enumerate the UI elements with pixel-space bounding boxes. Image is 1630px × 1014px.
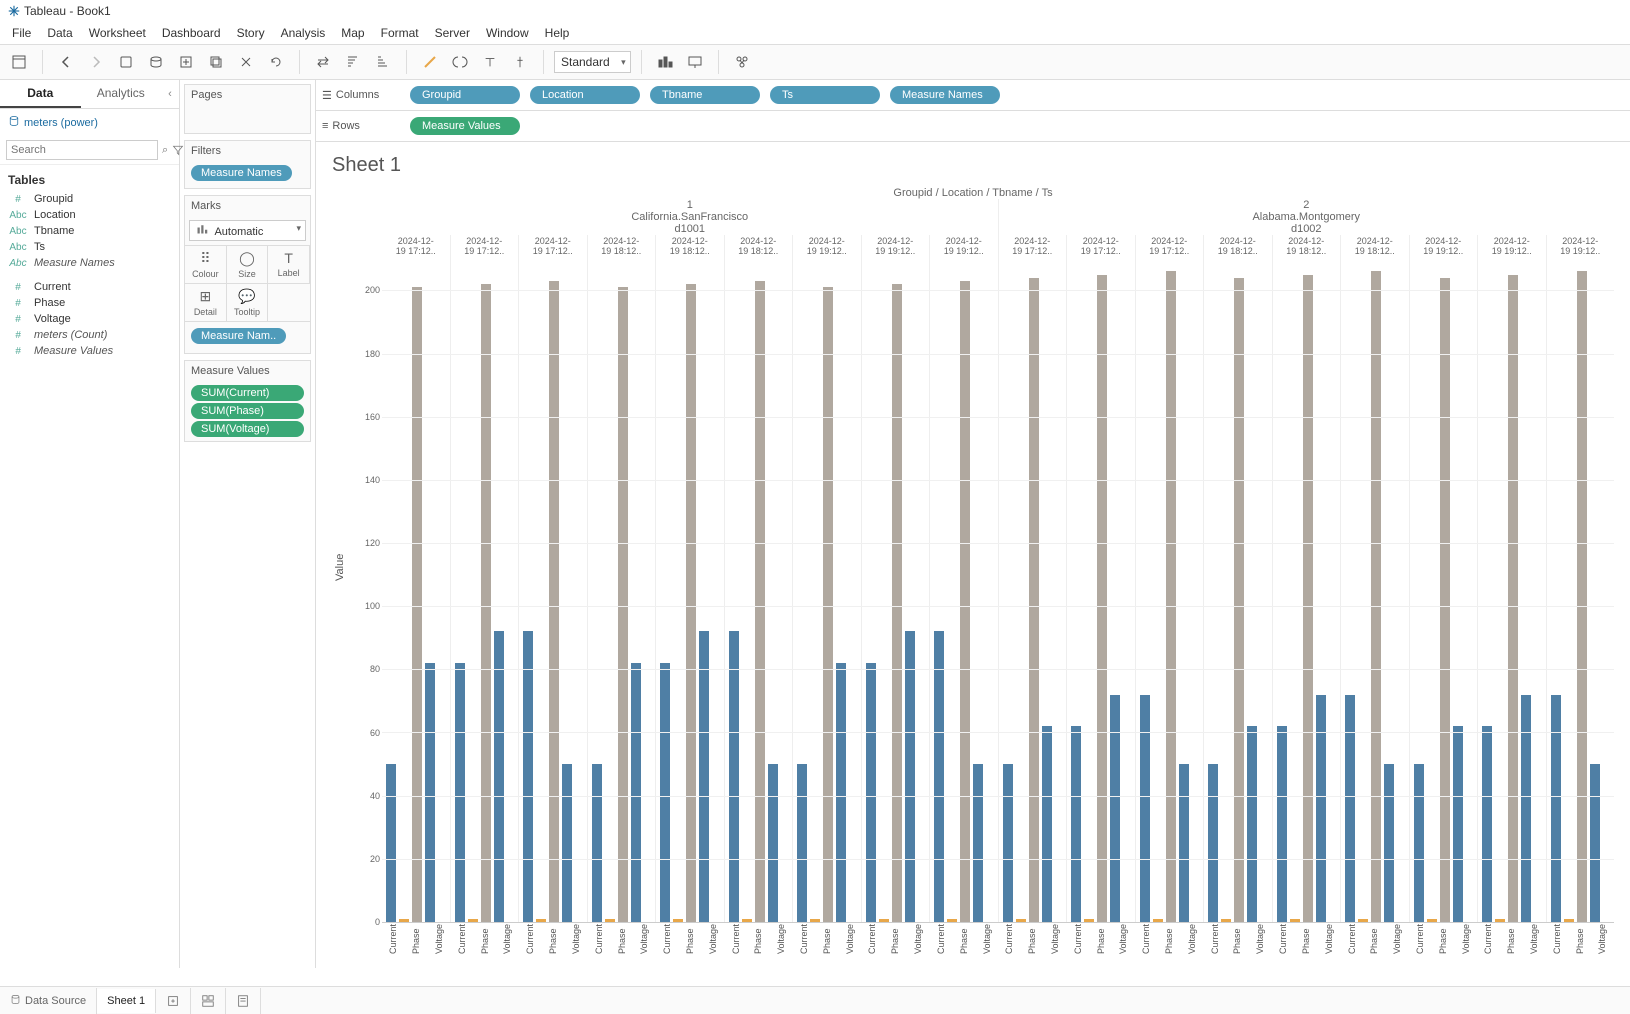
show-labels-button[interactable] bbox=[652, 49, 678, 75]
menu-dashboard[interactable]: Dashboard bbox=[162, 26, 221, 40]
view-area: ☰Columns GroupidLocationTbnameTsMeasure … bbox=[316, 80, 1630, 968]
menu-data[interactable]: Data bbox=[47, 26, 72, 40]
field-ts[interactable]: AbcTs bbox=[0, 239, 179, 255]
col-pill-location[interactable]: Location bbox=[530, 86, 640, 104]
collapse-icon[interactable]: ‹ bbox=[161, 80, 179, 108]
forward-button[interactable] bbox=[83, 49, 109, 75]
measure-values-card[interactable]: Measure Values SUM(Current) SUM(Phase) S… bbox=[184, 360, 311, 442]
field-groupid[interactable]: #Groupid bbox=[0, 191, 179, 207]
highlight-button[interactable] bbox=[417, 49, 443, 75]
menu-file[interactable]: File bbox=[12, 26, 31, 40]
marks-detail[interactable]: ⊞Detail bbox=[185, 284, 227, 322]
tab-analytics[interactable]: Analytics bbox=[81, 80, 162, 108]
rows-icon: ≡ bbox=[322, 120, 328, 132]
show-me-button[interactable] bbox=[729, 49, 755, 75]
col-pill-groupid[interactable]: Groupid bbox=[410, 86, 520, 104]
rows-shelf[interactable]: ≡Rows Measure Values bbox=[316, 111, 1630, 142]
tab-sheet-1[interactable]: Sheet 1 bbox=[97, 989, 156, 1013]
new-dashboard-button[interactable] bbox=[191, 988, 226, 1014]
menu-window[interactable]: Window bbox=[486, 26, 529, 40]
mv-pill-current[interactable]: SUM(Current) bbox=[191, 385, 304, 401]
menu-format[interactable]: Format bbox=[381, 26, 419, 40]
marks-size[interactable]: ◯Size bbox=[227, 246, 269, 284]
new-story-button[interactable] bbox=[226, 988, 261, 1014]
group-button[interactable] bbox=[447, 49, 473, 75]
mv-pill-voltage[interactable]: SUM(Voltage) bbox=[191, 421, 304, 437]
menu-server[interactable]: Server bbox=[435, 26, 470, 40]
presentation-button[interactable] bbox=[682, 49, 708, 75]
window-titlebar: Tableau - Book1 bbox=[0, 0, 1630, 22]
filter-pill-measure-names[interactable]: Measure Names bbox=[191, 165, 292, 181]
columns-icon: ☰ bbox=[322, 89, 332, 102]
marks-label[interactable]: TLabel bbox=[268, 246, 310, 284]
mv-pill-phase[interactable]: SUM(Phase) bbox=[191, 403, 304, 419]
window-title: Tableau - Book1 bbox=[24, 4, 111, 18]
marks-card[interactable]: Marks Automatic ⠿Colour ◯Size TLabel ⊞De… bbox=[184, 195, 311, 354]
datasource-icon bbox=[10, 994, 21, 1008]
data-panel: Data Analytics ‹ meters (power) ⌕ ▾ Tabl… bbox=[0, 80, 180, 968]
text-button[interactable] bbox=[477, 49, 503, 75]
filters-card[interactable]: Filters Measure Names bbox=[184, 140, 311, 189]
sort-asc-button[interactable] bbox=[340, 49, 366, 75]
row-pill-measure-values[interactable]: Measure Values bbox=[410, 117, 520, 135]
marks-tooltip[interactable]: 💬Tooltip bbox=[227, 284, 269, 322]
fit-select[interactable]: Standard bbox=[554, 51, 631, 73]
pin-button[interactable] bbox=[507, 49, 533, 75]
field-measure-values[interactable]: #Measure Values bbox=[0, 343, 179, 359]
field-measure-names[interactable]: AbcMeasure Names bbox=[0, 255, 179, 271]
tab-datasource[interactable]: Data Source bbox=[0, 988, 97, 1014]
save-button[interactable] bbox=[113, 49, 139, 75]
field-meters-count-[interactable]: #meters (Count) bbox=[0, 327, 179, 343]
status-bar: Data Source Sheet 1 bbox=[0, 986, 1630, 1014]
refresh-button[interactable] bbox=[263, 49, 289, 75]
new-datasource-button[interactable] bbox=[143, 49, 169, 75]
sheet-title[interactable]: Sheet 1 bbox=[332, 154, 1614, 177]
search-input[interactable] bbox=[6, 140, 158, 160]
start-page-button[interactable] bbox=[6, 49, 32, 75]
toolbar: Standard bbox=[0, 44, 1630, 80]
app-icon bbox=[8, 5, 20, 17]
new-worksheet-button[interactable] bbox=[156, 988, 191, 1014]
menu-story[interactable]: Story bbox=[237, 26, 265, 40]
back-button[interactable] bbox=[53, 49, 79, 75]
menu-worksheet[interactable]: Worksheet bbox=[89, 26, 146, 40]
col-pill-tbname[interactable]: Tbname bbox=[650, 86, 760, 104]
menu-analysis[interactable]: Analysis bbox=[281, 26, 326, 40]
marks-colour-pill[interactable]: Measure Nam.. bbox=[191, 328, 286, 344]
new-sheet-button[interactable] bbox=[173, 49, 199, 75]
menu-help[interactable]: Help bbox=[545, 26, 570, 40]
field-phase[interactable]: #Phase bbox=[0, 295, 179, 311]
database-icon bbox=[8, 115, 20, 130]
pages-card[interactable]: Pages bbox=[184, 84, 311, 134]
tables-header: Tables bbox=[0, 165, 179, 191]
chart-header-path: Groupid / Location / Tbname / Ts bbox=[332, 187, 1614, 199]
marks-type-select[interactable]: Automatic bbox=[189, 220, 306, 241]
field-voltage[interactable]: #Voltage bbox=[0, 311, 179, 327]
marks-colour[interactable]: ⠿Colour bbox=[185, 246, 227, 284]
field-current[interactable]: #Current bbox=[0, 279, 179, 295]
col-pill-measure-names[interactable]: Measure Names bbox=[890, 86, 1000, 104]
clear-button[interactable] bbox=[233, 49, 259, 75]
swap-button[interactable] bbox=[310, 49, 336, 75]
menu-map[interactable]: Map bbox=[341, 26, 364, 40]
field-tbname[interactable]: AbcTbname bbox=[0, 223, 179, 239]
cards-panel: Pages Filters Measure Names Marks Automa… bbox=[180, 80, 316, 968]
menu-bar: File Data Worksheet Dashboard Story Anal… bbox=[0, 22, 1630, 44]
sort-desc-button[interactable] bbox=[370, 49, 396, 75]
tab-data[interactable]: Data bbox=[0, 80, 81, 108]
col-pill-ts[interactable]: Ts bbox=[770, 86, 880, 104]
chart-canvas[interactable] bbox=[382, 259, 1614, 922]
columns-shelf[interactable]: ☰Columns GroupidLocationTbnameTsMeasure … bbox=[316, 80, 1630, 111]
datasource-row[interactable]: meters (power) bbox=[0, 109, 179, 136]
field-location[interactable]: AbcLocation bbox=[0, 207, 179, 223]
search-icon[interactable]: ⌕ bbox=[162, 141, 168, 159]
duplicate-button[interactable] bbox=[203, 49, 229, 75]
